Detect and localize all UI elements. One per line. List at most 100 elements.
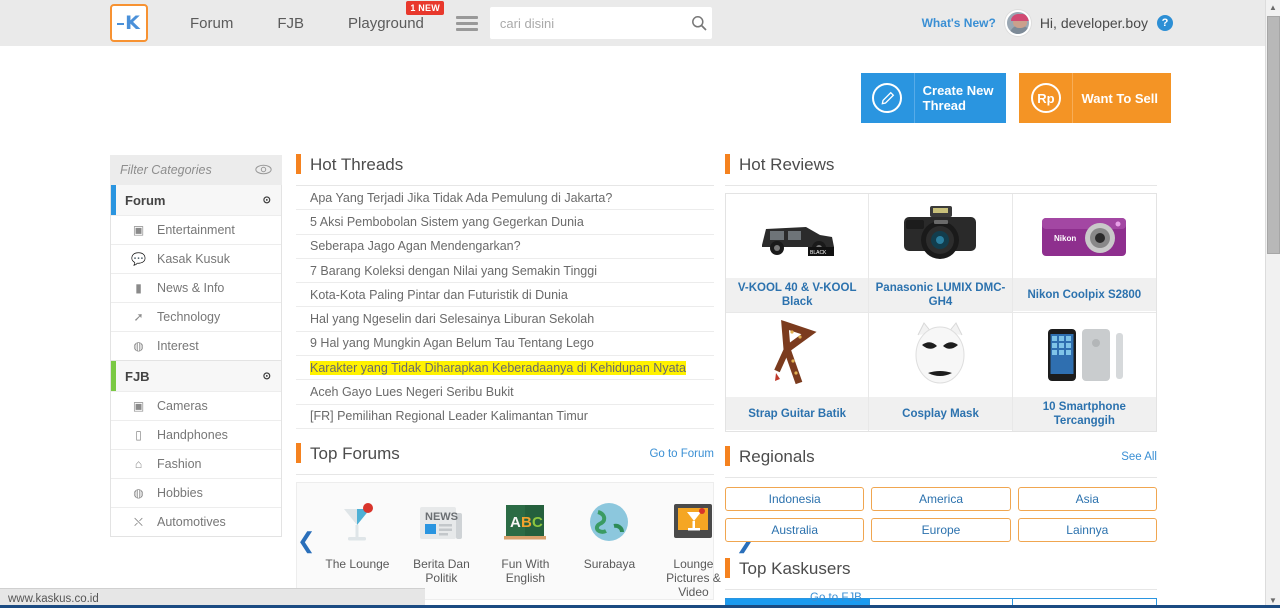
hot-reviews-title: Hot Reviews [725,152,1157,178]
forum-item-berita-dan-politik[interactable]: NEWS Berita Dan Politik [399,493,483,585]
globe-icon [567,493,651,555]
forum-item-surabaya[interactable]: Surabaya [567,493,651,571]
tv-icon: ▣ [132,223,145,237]
sidebar-item-cameras[interactable]: ▣ Cameras [111,391,281,420]
main-nav: Forum FJB Playground 1 NEW [168,0,446,32]
svg-text:NEWS: NEWS [425,511,458,523]
scroll-up-arrow[interactable]: ▲ [1266,0,1280,15]
new-badge: 1 NEW [406,0,444,15]
forum-item-label: Berita Dan Politik [413,556,470,585]
purple-compact-camera-image: Nikon [1012,194,1156,278]
review-card[interactable]: Strap Guitar Batik [726,313,870,431]
scrollbar-thumb[interactable] [1267,16,1280,254]
thread-item[interactable]: Apa Yang Terjadi Jika Tidak Ada Pemulung… [296,186,714,211]
sidebar-item-handphones[interactable]: ▯ Handphones [111,420,281,449]
nav-label-playground: Playground [348,14,424,32]
search-input[interactable] [489,7,686,39]
kaskus-logo[interactable]: K [110,4,148,42]
thread-item[interactable]: 7 Barang Koleksi dengan Nilai yang Semak… [296,259,714,284]
action-buttons: Create New Thread Rp Want To Sell [860,73,1171,123]
review-card[interactable]: BLACK V-KOOL 40 & V-KOOL Black [726,194,870,313]
nav-item-fjb[interactable]: FJB [255,15,326,32]
svg-text:BLACK: BLACK [810,250,827,256]
review-card[interactable]: 10 Smartphone Tercanggih [1012,313,1156,431]
top-forums-title: Top Forums Go to Forum [296,441,714,467]
thread-item[interactable]: Seberapa Jago Agan Mendengarkan? [296,235,714,259]
review-card[interactable]: Nikon Nikon Coolpix S2800 [1012,194,1156,313]
forum-item-label: The Lounge [325,556,390,571]
search-icon[interactable] [686,15,712,31]
svg-text:B: B [521,514,532,531]
want-to-sell-label: Want To Sell [1073,73,1171,123]
filter-categories-box[interactable] [110,155,282,185]
sidebar-item-automotives[interactable]: ⛌ Automotives [111,507,281,536]
thread-title: Aceh Gayo Lues Negeri Seribu Bukit [310,385,514,400]
sidebar-group-fjb: FJB ⊙ ▣ Cameras ▯ Handphones ⌂ Fashion ◍… [110,361,282,537]
see-all-link[interactable]: See All [1121,451,1157,463]
want-to-sell-button[interactable]: Rp Want To Sell [1019,73,1171,123]
forum-items: The Lounge NEWS Berita Dan Politik A B C… [315,483,735,599]
palette-icon: ◍ [133,486,144,500]
sidebar-item-news-info[interactable]: ▮ News & Info [111,273,281,302]
review-caption: Cosplay Mask [869,397,1012,430]
sidebar-group-header-fjb[interactable]: FJB ⊙ [111,361,281,391]
regional-button-america[interactable]: America [871,487,1011,511]
middle-column: Hot Threads Apa Yang Terjadi Jika Tidak … [296,152,754,600]
svg-text:A: A [510,514,521,531]
regional-button-asia[interactable]: Asia [1017,487,1157,511]
regional-button-lainnya[interactable]: Lainnya [1017,518,1157,542]
avatar[interactable] [1004,10,1031,36]
nav-item-forum[interactable]: Forum [168,15,255,32]
search-box[interactable] [489,7,712,39]
sidebar-group-header-forum[interactable]: Forum ⊙ [111,185,281,215]
go-to-forum-link[interactable]: Go to Forum [649,448,714,460]
forum-item-the-lounge[interactable]: The Lounge [315,493,399,571]
filter-categories-input[interactable] [120,163,250,177]
svg-text:Nikon: Nikon [1054,234,1076,243]
hamburger-icon[interactable] [455,15,478,31]
chevron-up-icon[interactable]: ⊙ [263,371,271,382]
thread-item[interactable]: Hal yang Ngeselin dari Selesainya Libura… [296,307,714,332]
sidebar-item-fashion[interactable]: ⌂ Fashion [111,449,281,478]
regional-button-europe[interactable]: Europe [871,518,1011,542]
review-card[interactable]: Panasonic LUMIX DMC-GH4 [869,194,1013,313]
eye-icon[interactable] [255,163,272,178]
right-column: Hot Reviews BLACK V-KOOL 40 & V-KOOL Bla… [725,152,1158,608]
sidebar-item-kasak-kusuk[interactable]: 💬 Kasak Kusuk [111,244,281,273]
forum-item-lounge-pictures-video[interactable]: Lounge Pictures & Video [651,493,735,599]
hamburger-line [455,27,478,31]
forum-item-fun-with-english[interactable]: A B C Fun With English [483,493,567,585]
go-to-fjb-link[interactable]: Go to FJB [810,592,862,604]
thread-item-highlighted[interactable]: Karakter yang Tidak Diharapkan Keberadaa… [296,356,714,381]
create-new-thread-label: Create New Thread [914,73,1007,123]
question-mark-icon[interactable]: ? [1157,15,1173,31]
create-new-thread-button[interactable]: Create New Thread [860,73,1007,123]
thread-item[interactable]: 9 Hal yang Mungkin Agan Belum Tau Tentan… [296,332,714,357]
sidebar-item-interest[interactable]: ◍ Interest [111,331,281,360]
whats-new-link[interactable]: What's New? [922,16,996,30]
site-header: K Forum FJB Playground 1 NEW What's New?… [0,0,1265,46]
thread-item[interactable]: 5 Aksi Pembobolan Sistem yang Gegerkan D… [296,210,714,235]
header-user-area: What's New? Hi, developer.boy ? [922,10,1265,36]
sidebar-item-hobbies[interactable]: ◍ Hobbies [111,478,281,507]
chevron-left-icon[interactable]: ❮ [297,528,315,554]
nav-item-playground[interactable]: Playground 1 NEW [326,0,446,32]
review-card[interactable]: Cosplay Mask [869,313,1013,431]
sidebar-item-label: Automotives [157,515,226,529]
review-caption: V-KOOL 40 & V-KOOL Black [726,278,869,312]
sidebar-item-label: Hobbies [157,486,203,500]
chevron-down-icon[interactable]: ⊙ [263,195,271,206]
cocktail-glass-icon [315,493,399,555]
sidebar-item-label: Cameras [157,399,208,413]
hamburger-line [455,15,478,19]
sidebar-item-technology[interactable]: ➚ Technology [111,302,281,331]
vertical-scrollbar[interactable]: ▲ ▼ [1265,0,1280,608]
thread-item[interactable]: Kota-Kota Paling Pintar dan Futuristik d… [296,283,714,308]
rocket-icon: ➚ [133,310,144,324]
divider [725,185,1157,186]
regional-button-indonesia[interactable]: Indonesia [725,487,865,511]
thread-item[interactable]: [FR] Pemilihan Regional Leader Kalimanta… [296,405,714,429]
regional-button-australia[interactable]: Australia [725,518,865,542]
sidebar-item-entertainment[interactable]: ▣ Entertainment [111,215,281,244]
thread-item[interactable]: Aceh Gayo Lues Negeri Seribu Bukit [296,380,714,405]
